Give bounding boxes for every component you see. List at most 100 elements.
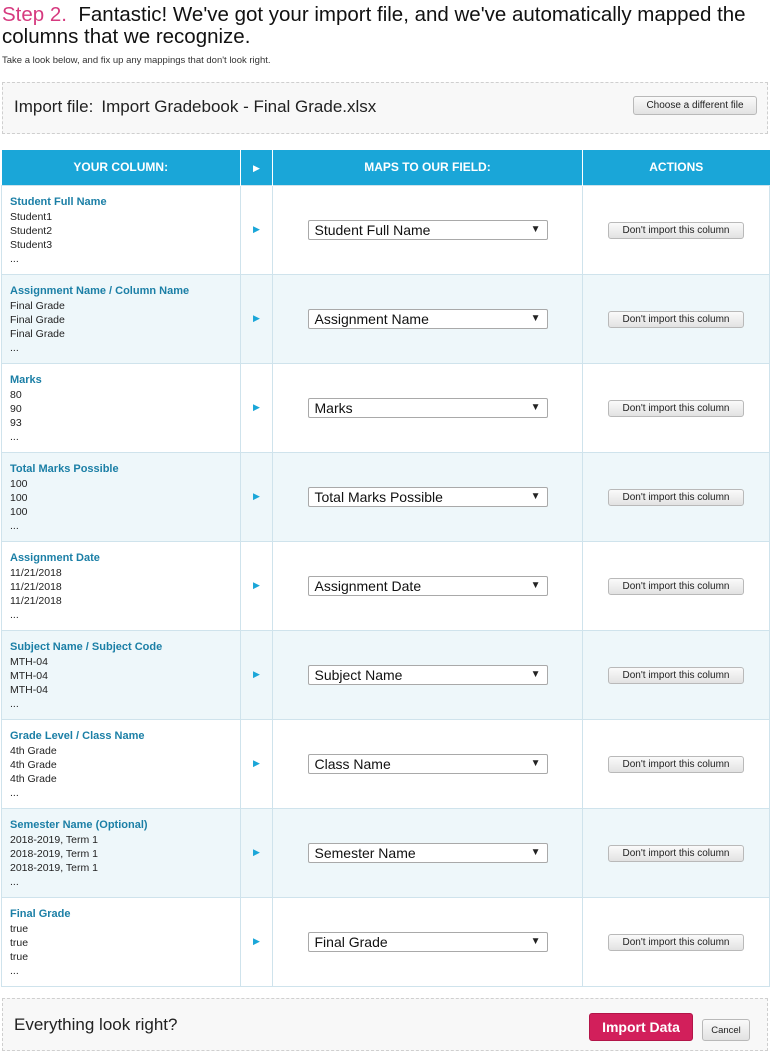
dropdown-arrow-icon: ▼ bbox=[530, 846, 541, 858]
sample-value: 4th Grade bbox=[10, 744, 57, 757]
table-row: Marks 80 90 93... ▶ Marks ▼ Don't import t… bbox=[1, 362, 770, 453]
arrow-cell: ▶ bbox=[240, 718, 273, 809]
selected-field: Marks bbox=[314, 399, 353, 416]
play-arrow-icon: ▶ bbox=[253, 580, 260, 590]
field-mapping-select[interactable]: Total Marks Possible ▼ bbox=[307, 486, 548, 507]
source-column-name: Assignment Name / Column Name bbox=[10, 284, 190, 297]
sample-value: 2018-2019, Term 1 bbox=[10, 861, 98, 874]
sample-value: 90 bbox=[10, 402, 22, 415]
actions-cell: Don't import this column bbox=[582, 629, 770, 720]
dropdown-arrow-icon: ▼ bbox=[530, 223, 541, 235]
table-header-row: YOUR COLUMN: ▶ MAPS TO OUR FIELD: ACTION… bbox=[1, 150, 770, 185]
header-actions: ACTIONS bbox=[582, 150, 770, 185]
sample-value: 80 bbox=[10, 388, 22, 401]
dont-import-column-button[interactable]: Don't import this column bbox=[608, 667, 744, 684]
sample-value: ... bbox=[10, 608, 19, 621]
field-mapping-select[interactable]: Assignment Name ▼ bbox=[307, 308, 548, 329]
sample-value: 2018-2019, Term 1 bbox=[10, 847, 98, 860]
sample-value: true bbox=[10, 936, 29, 949]
play-arrow-icon: ▶ bbox=[253, 758, 260, 768]
actions-cell: Don't import this column bbox=[582, 362, 770, 453]
play-arrow-icon: ▶ bbox=[253, 402, 260, 412]
dropdown-arrow-icon: ▼ bbox=[530, 312, 541, 324]
source-column-name: Grade Level / Class Name bbox=[10, 729, 145, 742]
header-arrow: ▶ bbox=[240, 150, 273, 185]
source-column-name: Semester Name (Optional) bbox=[10, 818, 148, 831]
selected-field: Assignment Date bbox=[314, 577, 422, 594]
cancel-button[interactable]: Cancel bbox=[702, 1019, 750, 1041]
title-text: Fantastic! We've got your import file, a… bbox=[2, 3, 746, 48]
source-column-name: Final Grade bbox=[10, 907, 71, 920]
sample-value: Final Grade bbox=[10, 299, 65, 312]
sample-value: 11/21/2018 bbox=[10, 594, 62, 607]
field-mapping-select[interactable]: Assignment Date ▼ bbox=[307, 575, 548, 596]
dropdown-arrow-icon: ▼ bbox=[530, 401, 541, 413]
arrow-cell: ▶ bbox=[240, 629, 273, 720]
import-file-caption: Import file: bbox=[14, 97, 94, 116]
actions-cell: Don't import this column bbox=[582, 184, 770, 275]
table-row: Final Grade true true true... ▶ Final Grad… bbox=[1, 896, 770, 987]
choose-different-file-button[interactable]: Choose a different file bbox=[633, 96, 757, 115]
import-file-name: Import Gradebook - Final Grade.xlsx bbox=[101, 97, 377, 116]
dont-import-column-button[interactable]: Don't import this column bbox=[608, 400, 744, 417]
selected-field: Class Name bbox=[314, 755, 391, 772]
selected-field: Student Full Name bbox=[314, 221, 431, 238]
step-label: Step 2. bbox=[2, 3, 67, 26]
dont-import-column-button[interactable]: Don't import this column bbox=[608, 845, 744, 862]
actions-cell: Don't import this column bbox=[582, 451, 770, 542]
table-row: Grade Level / Class Name 4th Grade 4th Gr… bbox=[1, 718, 770, 809]
field-mapping-select[interactable]: Semester Name ▼ bbox=[307, 842, 548, 863]
sample-value: 100 bbox=[10, 477, 28, 490]
sample-value: MTH-04 bbox=[10, 683, 48, 696]
source-column-name: Subject Name / Subject Code bbox=[10, 640, 163, 653]
source-column-name: Total Marks Possible bbox=[10, 462, 119, 475]
field-mapping-select[interactable]: Final Grade ▼ bbox=[307, 931, 548, 952]
dont-import-column-button[interactable]: Don't import this column bbox=[608, 756, 744, 773]
your-column-cell: Semester Name (Optional) 2018-2019, Term… bbox=[1, 807, 241, 898]
arrow-cell: ▶ bbox=[240, 540, 273, 631]
dropdown-arrow-icon: ▼ bbox=[530, 579, 541, 591]
sample-value: Final Grade bbox=[10, 313, 65, 326]
sample-value: Student3 bbox=[10, 238, 53, 251]
arrow-cell: ▶ bbox=[240, 184, 273, 275]
table-row: Assignment Date 11/21/2018 11/21/2018 11/2… bbox=[1, 540, 770, 631]
field-mapping-select[interactable]: Class Name ▼ bbox=[307, 753, 548, 774]
dont-import-column-button[interactable]: Don't import this column bbox=[608, 311, 744, 328]
play-arrow-icon: ▶ bbox=[253, 313, 260, 323]
actions-cell: Don't import this column bbox=[582, 718, 770, 809]
table-row: Assignment Name / Column Name Final Grad… bbox=[1, 273, 770, 364]
maps-to-cell: Marks ▼ bbox=[272, 362, 583, 453]
maps-to-cell: Student Full Name ▼ bbox=[272, 184, 583, 275]
dont-import-column-button[interactable]: Don't import this column bbox=[608, 489, 744, 506]
dropdown-arrow-icon: ▼ bbox=[530, 935, 541, 947]
page-subtitle: Take a look below, and fix up any mappin… bbox=[2, 55, 271, 66]
field-mapping-select[interactable]: Subject Name ▼ bbox=[307, 664, 548, 685]
actions-cell: Don't import this column bbox=[582, 807, 770, 898]
play-arrow-icon: ▶ bbox=[253, 491, 260, 501]
dont-import-column-button[interactable]: Don't import this column bbox=[608, 934, 744, 951]
field-mapping-select[interactable]: Marks ▼ bbox=[307, 397, 548, 418]
play-arrow-icon: ▶ bbox=[253, 669, 260, 679]
sample-value: ... bbox=[10, 341, 19, 354]
selected-field: Assignment Name bbox=[314, 310, 429, 327]
source-column-name: Assignment Date bbox=[10, 551, 100, 564]
actions-cell: Don't import this column bbox=[582, 896, 770, 987]
play-arrow-icon: ▶ bbox=[253, 847, 260, 857]
play-arrow-icon: ▶ bbox=[253, 224, 260, 234]
sample-value: Student1 bbox=[10, 210, 53, 223]
arrow-cell: ▶ bbox=[240, 362, 273, 453]
import-data-button[interactable]: Import Data bbox=[589, 1013, 693, 1041]
table-row: Subject Name / Subject Code MTH-04 MTH-04… bbox=[1, 629, 770, 720]
table-row: Total Marks Possible 100 100 100... ▶ Tota… bbox=[1, 451, 770, 542]
sample-value: ... bbox=[10, 252, 19, 265]
arrow-cell: ▶ bbox=[240, 807, 273, 898]
sample-value: Student2 bbox=[10, 224, 53, 237]
field-mapping-select[interactable]: Student Full Name ▼ bbox=[307, 219, 548, 240]
sample-value: 11/21/2018 bbox=[10, 580, 62, 593]
dont-import-column-button[interactable]: Don't import this column bbox=[608, 222, 744, 239]
sample-value: 4th Grade bbox=[10, 758, 57, 771]
arrow-cell: ▶ bbox=[240, 896, 273, 987]
import-file-label: Import file: Import Gradebook - Final Gra… bbox=[14, 97, 376, 117]
dont-import-column-button[interactable]: Don't import this column bbox=[608, 578, 744, 595]
confirm-question: Everything look right? bbox=[14, 1015, 178, 1034]
